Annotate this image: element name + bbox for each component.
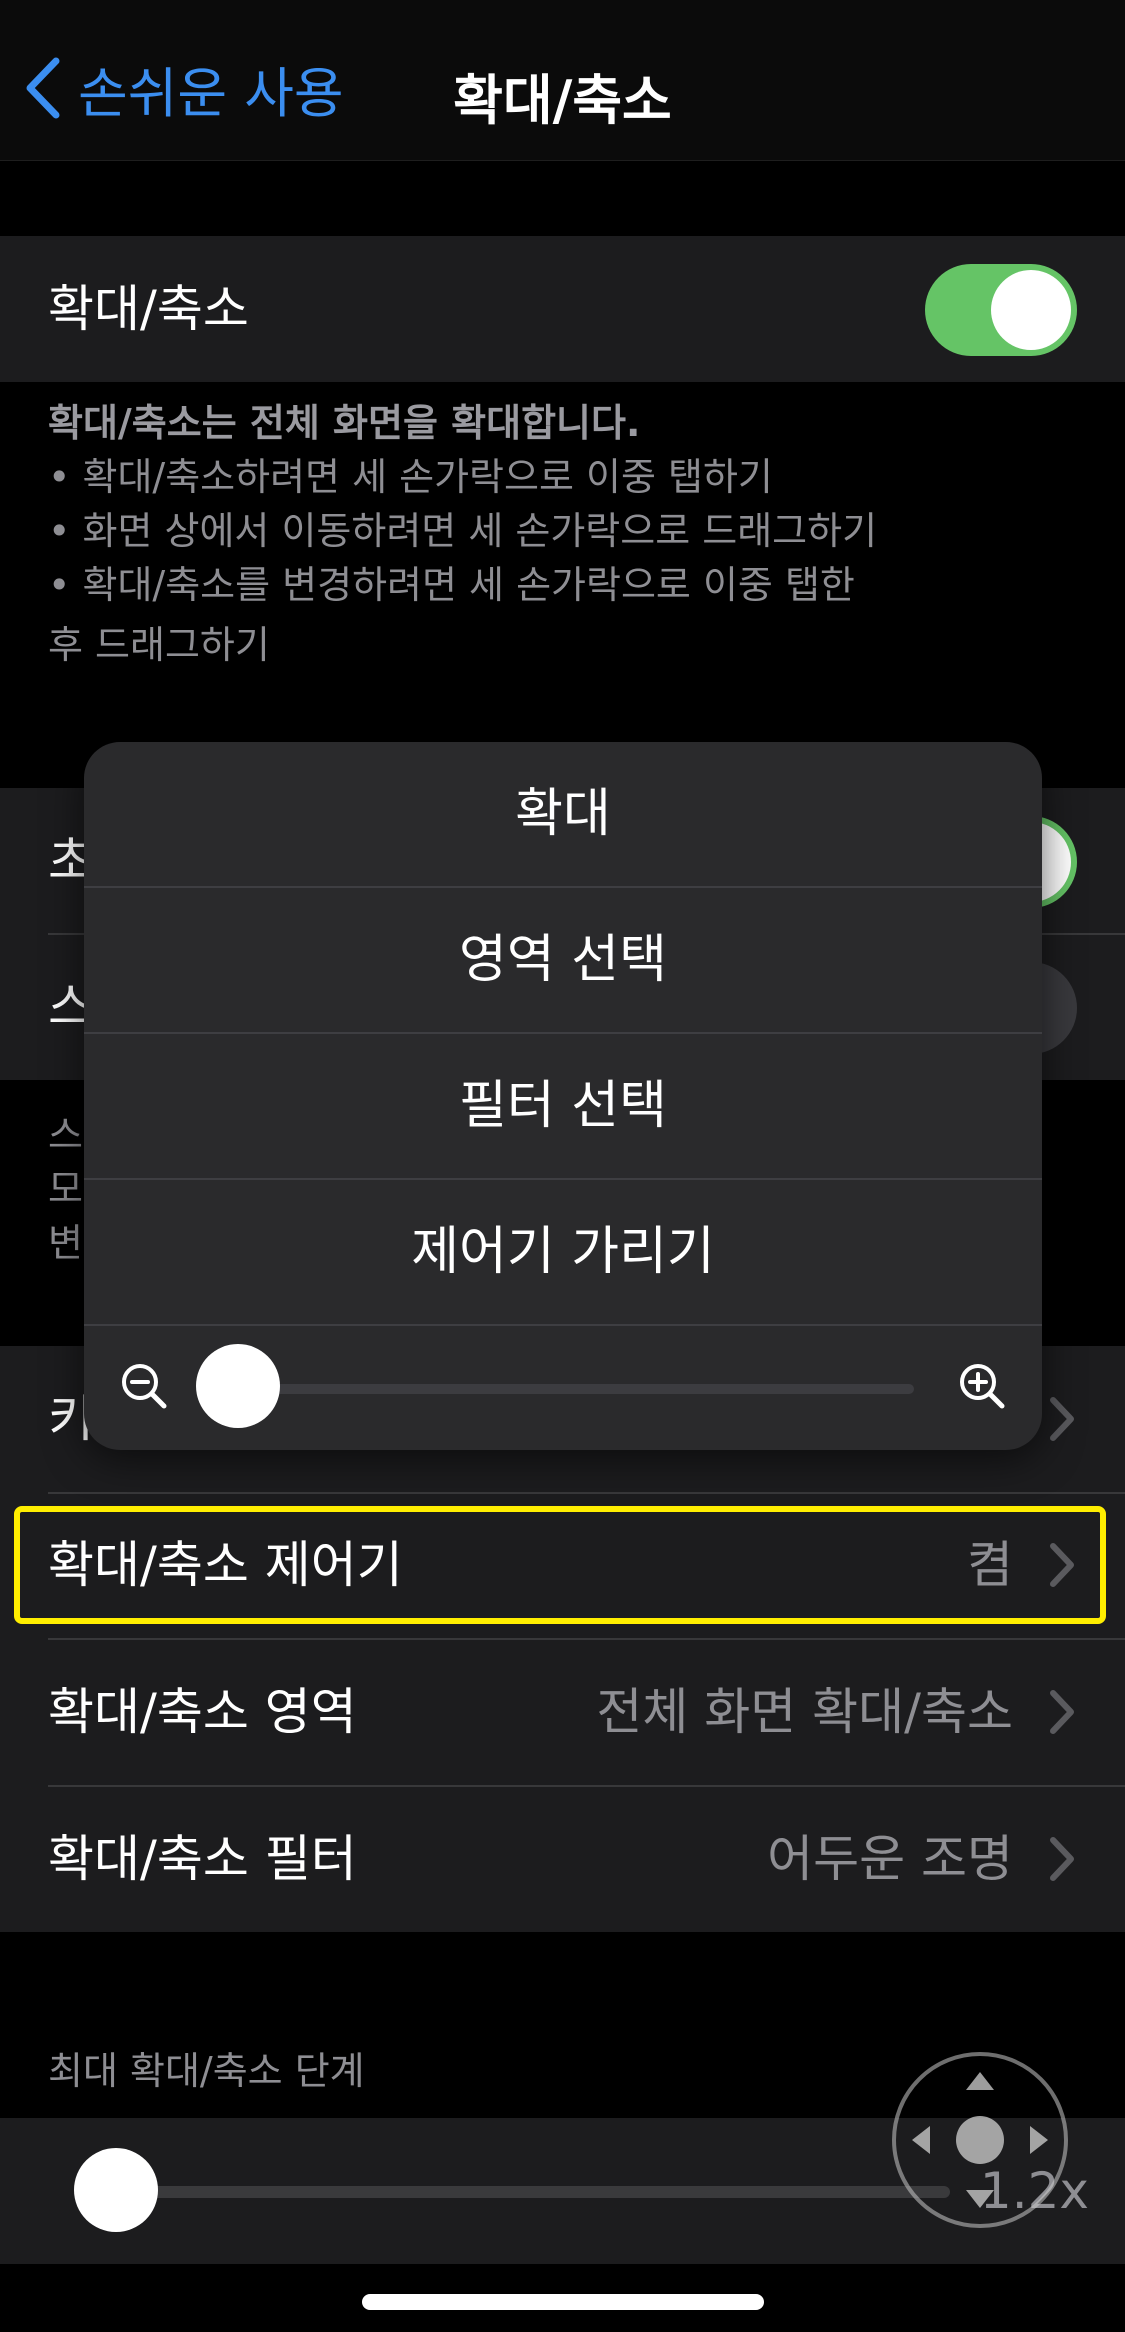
zoom-filter-row[interactable]: 확대/축소 필터 어두운 조명 (0, 1786, 1125, 1932)
page-title: 확대/축소 (453, 69, 672, 132)
home-indicator[interactable] (362, 2294, 764, 2310)
chevron-right-icon (1050, 1690, 1074, 1734)
description-heading: 확대/축소는 전체 화면을 확대합니다. (48, 401, 641, 445)
menu-item-choose-region[interactable]: 영역 선택 (84, 888, 1042, 1032)
zoom-toggle-label: 확대/축소 (48, 280, 249, 338)
zoom-out-icon[interactable] (118, 1360, 170, 1412)
highlight-box (14, 1506, 1106, 1624)
zoom-controller-joystick[interactable] (892, 2052, 1068, 2228)
max-zoom-slider-track[interactable] (110, 2186, 950, 2198)
zoom-region-label: 확대/축소 영역 (48, 1683, 357, 1741)
popover-zoom-slider-track[interactable] (234, 1384, 914, 1394)
description-bullet: • 확대/축소를 변경하려면 세 손가락으로 이중 탭한 (48, 563, 855, 607)
popover-zoom-slider-knob[interactable] (196, 1344, 280, 1428)
max-zoom-slider-knob[interactable] (74, 2148, 158, 2232)
chevron-right-icon (1050, 1397, 1074, 1441)
zoom-filter-label: 확대/축소 필터 (48, 1830, 357, 1888)
menu-item-hide-controller[interactable]: 제어기 가리기 (84, 1180, 1042, 1324)
zoom-popover-menu: 확대 영역 선택 필터 선택 제어기 가리기 (84, 742, 1042, 1450)
zoom-description: 확대/축소는 전체 화면을 확대합니다. • 확대/축소하려면 세 손가락으로 … (48, 396, 1048, 672)
toggle-knob (991, 270, 1071, 350)
zoom-toggle-group: 확대/축소 (0, 236, 1125, 382)
joystick-arrows-icon (912, 2072, 1048, 2208)
description-bullet: • 확대/축소하려면 세 손가락으로 이중 탭하기 (48, 455, 773, 499)
zoom-region-row[interactable]: 확대/축소 영역 전체 화면 확대/축소 (0, 1639, 1125, 1785)
menu-divider (84, 1324, 1042, 1326)
description-tail: 후 드래그하기 (48, 623, 270, 667)
description-bullet: • 화면 상에서 이동하려면 세 손가락으로 드래그하기 (48, 509, 878, 553)
menu-item-zoom-in[interactable]: 확대 (84, 742, 1042, 886)
zoom-toggle-row: 확대/축소 (0, 236, 1125, 382)
zoom-toggle-switch[interactable] (925, 264, 1077, 356)
chevron-right-icon (1050, 1837, 1074, 1881)
zoom-region-value: 전체 화면 확대/축소 (596, 1683, 1013, 1741)
max-zoom-header: 최대 확대/축소 단계 (48, 2049, 365, 2093)
zoom-filter-value: 어두운 조명 (767, 1830, 1013, 1888)
menu-item-choose-filter[interactable]: 필터 선택 (84, 1034, 1042, 1178)
zoom-in-icon[interactable] (956, 1360, 1008, 1412)
